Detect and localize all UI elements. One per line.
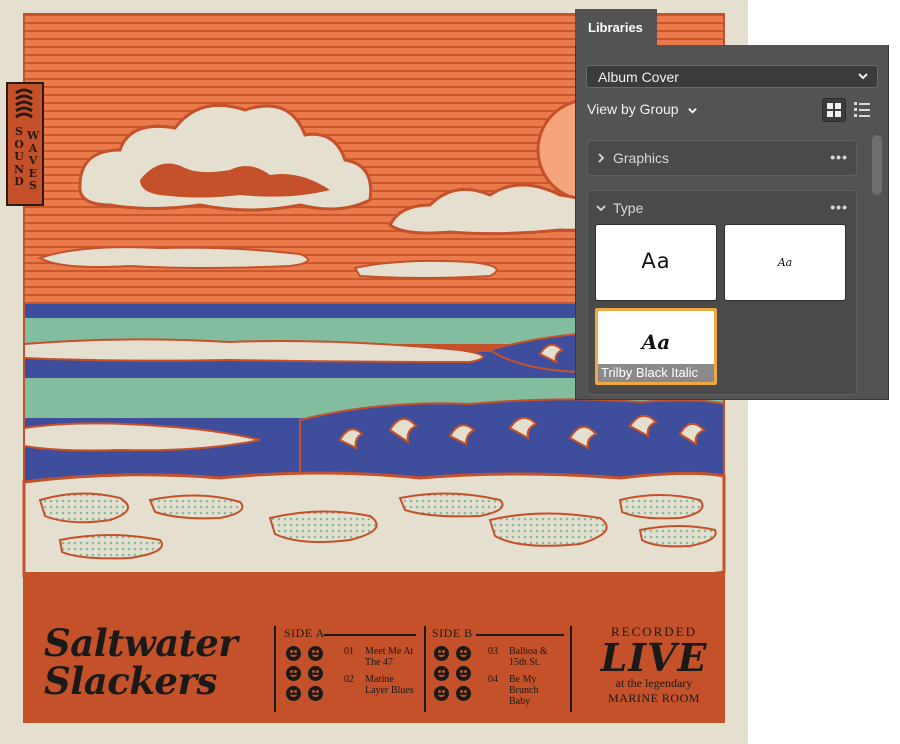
library-select-value: Album Cover [598, 69, 679, 85]
chevron-down-icon [687, 105, 698, 116]
list-view-button[interactable] [851, 98, 875, 122]
grid-view-button[interactable] [822, 98, 846, 122]
badge-text-waves: W A V E S [27, 130, 39, 193]
badge-text-sound: S O U N D [13, 126, 25, 189]
list-icon [851, 98, 873, 120]
recorded-live-block: RECORDED LIVE at the legendary MARINE RO… [584, 624, 724, 706]
album-footer: Saltwater Slackers SIDE A 01 Meet Me At … [24, 616, 724, 720]
live-label: LIVE [584, 640, 724, 676]
tab-libraries[interactable]: Libraries [575, 9, 657, 45]
library-select[interactable]: Album Cover [586, 65, 878, 88]
type-style-card[interactable]: Aa [595, 224, 717, 301]
view-by-group-dropdown[interactable]: View by Group [587, 101, 698, 117]
face-icon [308, 686, 323, 701]
scrollbar-thumb[interactable] [872, 135, 882, 195]
waves-icon [12, 87, 38, 123]
group-title-graphics: Graphics [613, 150, 669, 166]
group-graphics[interactable]: Graphics ••• [587, 140, 857, 176]
group-title-type: Type [613, 200, 643, 216]
side-b-label: SIDE B [432, 626, 473, 641]
more-options-icon[interactable]: ••• [830, 149, 848, 165]
face-icon [434, 646, 449, 661]
more-options-icon[interactable]: ••• [830, 199, 848, 215]
face-icon [308, 646, 323, 661]
divider [476, 634, 564, 636]
band-name-line-2: Slackers [44, 662, 237, 700]
side-a-label: SIDE A [284, 626, 325, 641]
face-icon [434, 666, 449, 681]
libraries-panel-body: Album Cover View by Group Graphics ••• [575, 45, 889, 400]
divider [424, 626, 426, 712]
divider [324, 634, 416, 636]
type-style-card[interactable]: Aa [724, 224, 846, 301]
chevron-right-icon[interactable] [596, 153, 606, 163]
divider [274, 626, 276, 712]
grid-icon [823, 99, 845, 121]
type-preview: Aa [725, 256, 845, 269]
libraries-panel: Libraries Album Cover View by Group [575, 9, 889, 400]
band-name-line-1: Saltwater [44, 624, 237, 662]
face-icon [456, 666, 471, 681]
face-icon [286, 646, 301, 661]
chevron-down-icon [857, 70, 869, 82]
group-type: Type ••• Aa Aa Aa Trilby Black Italic [587, 190, 857, 395]
type-preview: Aa [598, 330, 714, 354]
type-style-card-selected[interactable]: Aa Trilby Black Italic [595, 308, 717, 385]
face-icon [456, 646, 471, 661]
face-icon [456, 686, 471, 701]
divider [570, 626, 572, 712]
sound-waves-badge: S O U N D W A V E S [6, 82, 44, 206]
face-icon [308, 666, 323, 681]
band-name: Saltwater Slackers [44, 624, 237, 700]
type-style-caption: Trilby Black Italic [598, 364, 714, 382]
view-by-label: View by Group [587, 101, 679, 117]
chevron-down-icon[interactable] [596, 203, 606, 213]
face-icon [286, 686, 301, 701]
type-preview: Aa [596, 249, 716, 273]
venue-name: MARINE ROOM [584, 691, 724, 706]
face-icon [434, 686, 449, 701]
face-icon [286, 666, 301, 681]
